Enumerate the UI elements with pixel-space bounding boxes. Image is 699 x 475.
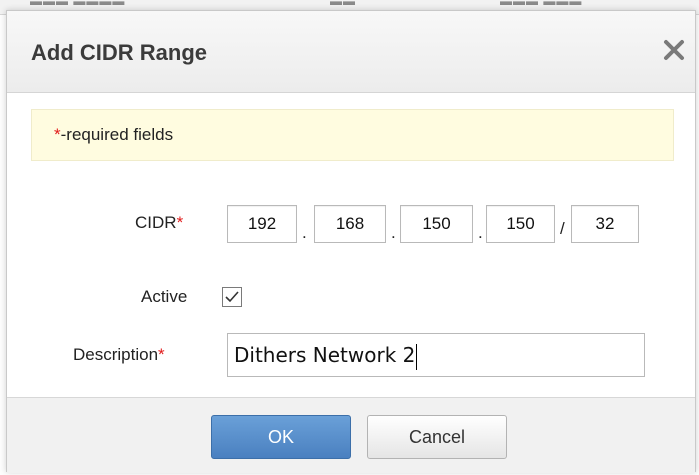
background-text: ▬▬: [330, 0, 356, 8]
required-asterisk: *: [176, 213, 184, 232]
cidr-dot: .: [478, 223, 483, 242]
background-text: ▬▬▬ ▬▬▬▬: [30, 0, 126, 8]
required-fields-notice: *-required fields: [31, 109, 674, 161]
cidr-octet-2-input[interactable]: 168: [314, 205, 386, 243]
dialog-footer: [7, 397, 695, 473]
dialog-titlebar: Add CIDR Range: [7, 11, 695, 93]
cidr-prefix-input[interactable]: 32: [571, 205, 639, 243]
description-input[interactable]: Dithers Network 2: [227, 333, 645, 377]
cidr-slash: /: [560, 219, 565, 238]
dialog-title: Add CIDR Range: [31, 40, 207, 65]
cancel-button[interactable]: Cancel: [367, 415, 507, 459]
required-fields-text: -required fields: [60, 125, 174, 144]
ok-button[interactable]: OK: [211, 415, 351, 459]
cidr-dot: .: [302, 223, 307, 242]
active-checkbox[interactable]: [222, 287, 242, 307]
active-label: Active: [141, 287, 188, 306]
text-caret: [416, 343, 418, 370]
cidr-label: CIDR*: [135, 213, 184, 232]
close-icon[interactable]: [661, 37, 687, 63]
required-asterisk: *: [54, 125, 61, 144]
cidr-octet-4-input[interactable]: 150: [486, 205, 555, 243]
add-cidr-range-dialog: Add CIDR Range *-required fields CIDR* 1…: [6, 10, 696, 473]
background-text: ▬▬▬ ▬▬▬: [500, 0, 583, 8]
checkmark-icon: [225, 291, 239, 303]
cidr-dot: .: [391, 223, 396, 242]
description-value: Dithers Network 2: [234, 343, 416, 367]
cidr-octet-3-input[interactable]: 150: [400, 205, 473, 243]
required-asterisk: *: [158, 345, 165, 364]
cidr-octet-1-input[interactable]: 192: [227, 205, 297, 243]
description-label: Description*: [73, 345, 165, 364]
